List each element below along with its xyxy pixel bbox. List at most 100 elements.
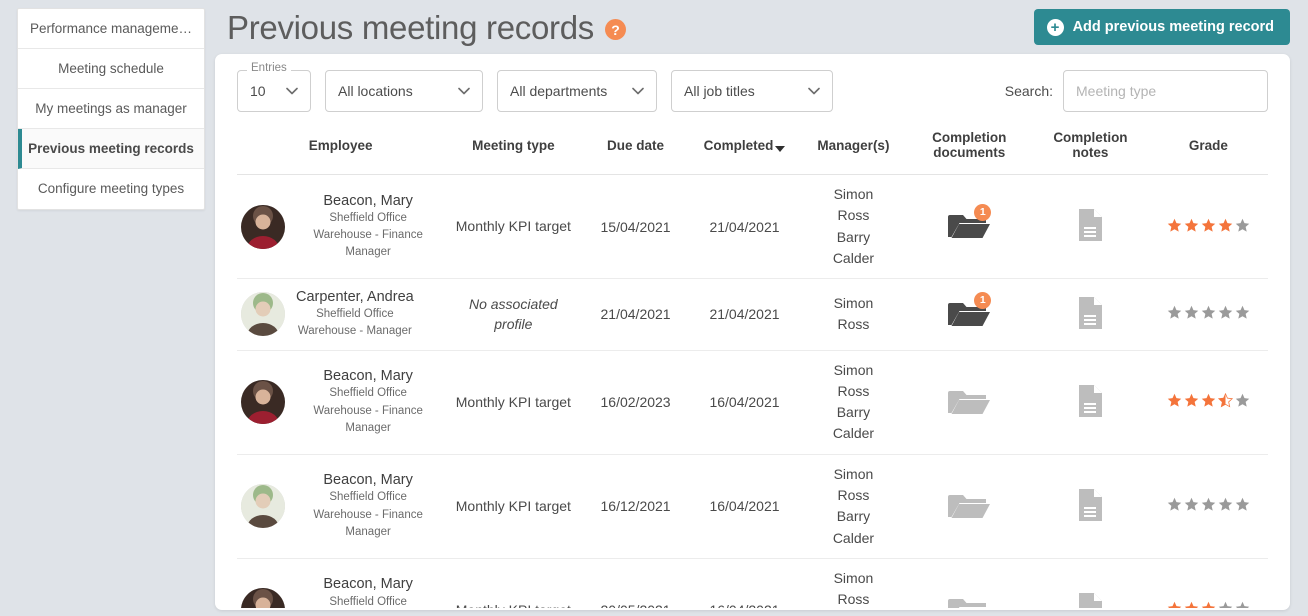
sidebar-item-previous-meeting-records[interactable]: Previous meeting records	[18, 129, 204, 169]
cell-completion-documents: 1	[906, 174, 1032, 280]
page-header: Previous meeting records ? + Add previou…	[215, 0, 1290, 54]
cell-completion-notes	[1031, 454, 1149, 559]
table-row[interactable]: Beacon, MarySheffield OfficeWarehouse - …	[237, 558, 1268, 608]
star-filled-icon	[1218, 218, 1233, 232]
cell-grade	[1148, 174, 1268, 280]
completion-documents-folder[interactable]	[946, 384, 992, 418]
star-empty-icon	[1235, 218, 1250, 232]
table-head: Employee Meeting type Due date Completed…	[237, 122, 1268, 175]
sidebar-item-meeting-schedule[interactable]: Meeting schedule	[18, 49, 204, 89]
completion-notes-document[interactable]	[1077, 488, 1103, 522]
star-empty-icon	[1184, 498, 1199, 511]
completion-notes-document[interactable]	[1077, 592, 1103, 608]
main-content: Previous meeting records ? + Add previou…	[205, 0, 1308, 616]
cell-due-date: 16/12/2021	[582, 454, 689, 559]
star-empty-icon	[1218, 602, 1233, 608]
cell-employee: Beacon, Mary Sheffield Office Warehouse - …	[237, 454, 445, 559]
column-header-grade[interactable]: Grade	[1148, 122, 1268, 175]
completion-documents-folder[interactable]	[946, 592, 992, 608]
page-title: Previous meeting records	[227, 8, 594, 46]
sidebar-item-my-meetings-as-manager[interactable]: My meetings as manager	[18, 89, 204, 129]
table-row[interactable]: Beacon, MarySheffield OfficeWarehouse - …	[237, 174, 1268, 280]
grade-stars[interactable]	[1167, 601, 1250, 608]
locations-select[interactable]: All locations	[325, 70, 483, 112]
cell-managers: SimonRossBarryCalder	[800, 350, 907, 455]
entries-value: 10	[250, 83, 266, 99]
entries-select[interactable]: Entries 10	[237, 62, 311, 112]
table-row[interactable]: Beacon, MarySheffield OfficeWarehouse - …	[237, 454, 1268, 559]
employee-name: Beacon, Mary	[323, 192, 413, 209]
star-filled-icon	[1201, 218, 1216, 232]
cell-completion-notes	[1031, 278, 1149, 351]
cell-completion-documents	[906, 454, 1032, 559]
cell-completion-notes	[1031, 174, 1149, 280]
star-filled-icon	[1184, 218, 1199, 232]
sidebar-item-configure-meeting-types[interactable]: Configure meeting types	[18, 169, 204, 209]
star-filled-icon	[1184, 393, 1199, 407]
table-header-row: Employee Meeting type Due date Completed…	[237, 122, 1268, 175]
entries-label: Entries	[247, 62, 291, 75]
cell-due-date: 16/02/2023	[582, 350, 689, 455]
cell-meeting-type: Monthly KPI target	[444, 174, 583, 280]
previous-meeting-records-table: Employee Meeting type Due date Completed…	[237, 122, 1268, 608]
help-circle-icon[interactable]: ?	[604, 19, 626, 40]
column-header-completed[interactable]: Completed	[688, 122, 801, 175]
star-filled-icon	[1167, 602, 1182, 608]
cell-completed: 16/04/2021	[688, 350, 801, 455]
table-row[interactable]: Beacon, MarySheffield OfficeWarehouse - …	[237, 350, 1268, 455]
employee-office: Sheffield Office	[329, 387, 407, 400]
chevron-down-icon	[808, 85, 820, 97]
cell-grade	[1148, 454, 1268, 559]
completion-documents-folder[interactable]: 1	[946, 291, 992, 330]
column-header-completion-notes[interactable]: Completion notes	[1031, 122, 1149, 175]
cell-grade	[1148, 350, 1268, 455]
employee-office: Sheffield Office	[329, 211, 407, 224]
add-previous-meeting-record-button[interactable]: + Add previous meeting record	[1033, 9, 1290, 45]
document-icon	[1079, 296, 1103, 329]
table-row[interactable]: Carpenter, Andrea Sheffield Office Warehou…	[237, 278, 1268, 351]
job-titles-select[interactable]: All job titles	[671, 70, 833, 112]
avatar	[241, 588, 285, 608]
completion-notes-document[interactable]	[1077, 296, 1103, 330]
column-header-due-date[interactable]: Due date	[582, 122, 689, 175]
chevron-down-icon	[632, 85, 644, 97]
star-empty-icon	[1167, 306, 1182, 320]
column-header-meeting-type[interactable]: Meeting type	[444, 122, 583, 175]
column-header-managers[interactable]: Manager(s)	[800, 122, 907, 175]
sidebar-item-performance-management[interactable]: Performance manageme…	[18, 9, 204, 49]
star-empty-icon	[1235, 602, 1250, 608]
cell-meeting-type: Monthly KPI target	[444, 558, 583, 608]
plus-circle-icon: +	[1046, 18, 1064, 36]
completion-documents-folder[interactable]: 1	[946, 204, 992, 242]
employee-role: Warehouse - Manager	[297, 325, 412, 338]
completion-notes-document[interactable]	[1077, 208, 1103, 242]
star-filled-icon	[1167, 393, 1182, 407]
grade-stars[interactable]	[1167, 393, 1250, 408]
completion-documents-folder[interactable]	[946, 488, 992, 522]
star-empty-icon	[1218, 498, 1233, 511]
star-filled-icon	[1184, 602, 1199, 608]
grade-stars[interactable]	[1167, 305, 1250, 320]
cell-completed: 21/04/2021	[688, 278, 801, 351]
employee-name: Carpenter, Andrea	[296, 289, 414, 306]
column-header-completion-documents[interactable]: Completion documents	[906, 122, 1032, 175]
column-header-employee[interactable]: Employee	[237, 122, 445, 175]
completion-notes-document[interactable]	[1077, 384, 1103, 418]
search-input[interactable]	[1063, 70, 1268, 112]
records-card: Entries 10 All locations All departments	[215, 54, 1290, 610]
document-icon	[1079, 209, 1103, 242]
locations-value: All locations	[338, 83, 413, 99]
cell-completion-documents: 1	[906, 278, 1032, 351]
departments-select[interactable]: All departments	[497, 70, 657, 112]
cell-due-date: 15/04/2021	[582, 174, 689, 280]
table-scroll-region[interactable]: Employee Meeting type Due date Completed…	[215, 122, 1290, 608]
grade-stars[interactable]	[1167, 497, 1250, 512]
cell-completion-notes	[1031, 558, 1149, 608]
grade-stars[interactable]	[1167, 218, 1250, 233]
table-toolbar: Entries 10 All locations All departments	[215, 54, 1290, 122]
app-root: Performance manageme… Meeting schedule M…	[0, 0, 1308, 616]
search-label: Search:	[1004, 83, 1053, 99]
employee-office: Sheffield Office	[329, 595, 407, 608]
sidebar: Performance manageme… Meeting schedule M…	[0, 0, 205, 616]
cell-completion-documents	[906, 350, 1032, 455]
